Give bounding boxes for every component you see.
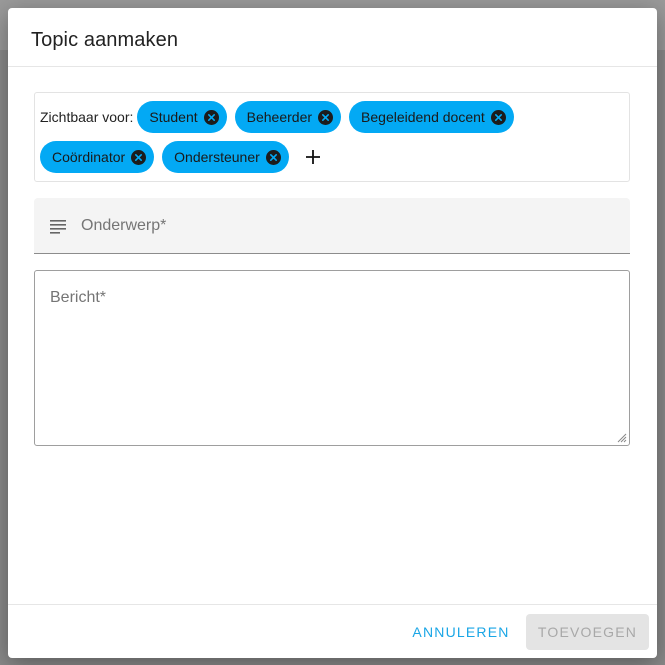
visibility-label: Zichtbaar voor: <box>40 109 134 125</box>
chip-coordinator[interactable]: Coördinator <box>40 141 155 173</box>
chip-label: Coördinator <box>52 149 126 165</box>
visibility-chip-list: Zichtbaar voor: Student Beheerder Begele… <box>34 92 630 182</box>
add-button[interactable]: TOEVOEGEN <box>526 614 649 650</box>
message-input[interactable] <box>35 271 629 445</box>
close-circle-icon[interactable] <box>490 109 506 125</box>
chip-label: Student <box>149 109 198 125</box>
subject-field[interactable] <box>34 198 630 254</box>
create-topic-dialog: Topic aanmaken Zichtbaar voor: Student B… <box>8 8 657 658</box>
text-subject-icon <box>50 219 66 234</box>
close-circle-icon[interactable] <box>203 109 219 125</box>
close-circle-icon[interactable] <box>318 109 334 125</box>
cancel-button[interactable]: ANNULEREN <box>409 614 513 650</box>
subject-input[interactable] <box>81 216 581 235</box>
chip-beheerder[interactable]: Beheerder <box>234 101 342 133</box>
dialog-title: Topic aanmaken <box>31 29 179 51</box>
chip-label: Ondersteuner <box>174 149 260 165</box>
close-circle-icon[interactable] <box>131 149 147 165</box>
chip-label: Beheerder <box>246 109 313 125</box>
message-field[interactable] <box>34 270 630 446</box>
chip-label: Begeleidend docent <box>361 109 485 125</box>
resize-handle-icon[interactable] <box>615 431 627 443</box>
chip-student[interactable]: Student <box>137 101 227 133</box>
plus-icon[interactable] <box>297 141 329 173</box>
chip-begeleidend-docent[interactable]: Begeleidend docent <box>349 101 514 133</box>
chip-ondersteuner[interactable]: Ondersteuner <box>162 141 289 173</box>
dialog-header: Topic aanmaken <box>8 8 657 67</box>
close-circle-icon[interactable] <box>265 149 281 165</box>
dialog-footer: ANNULEREN TOEVOEGEN <box>8 604 657 658</box>
